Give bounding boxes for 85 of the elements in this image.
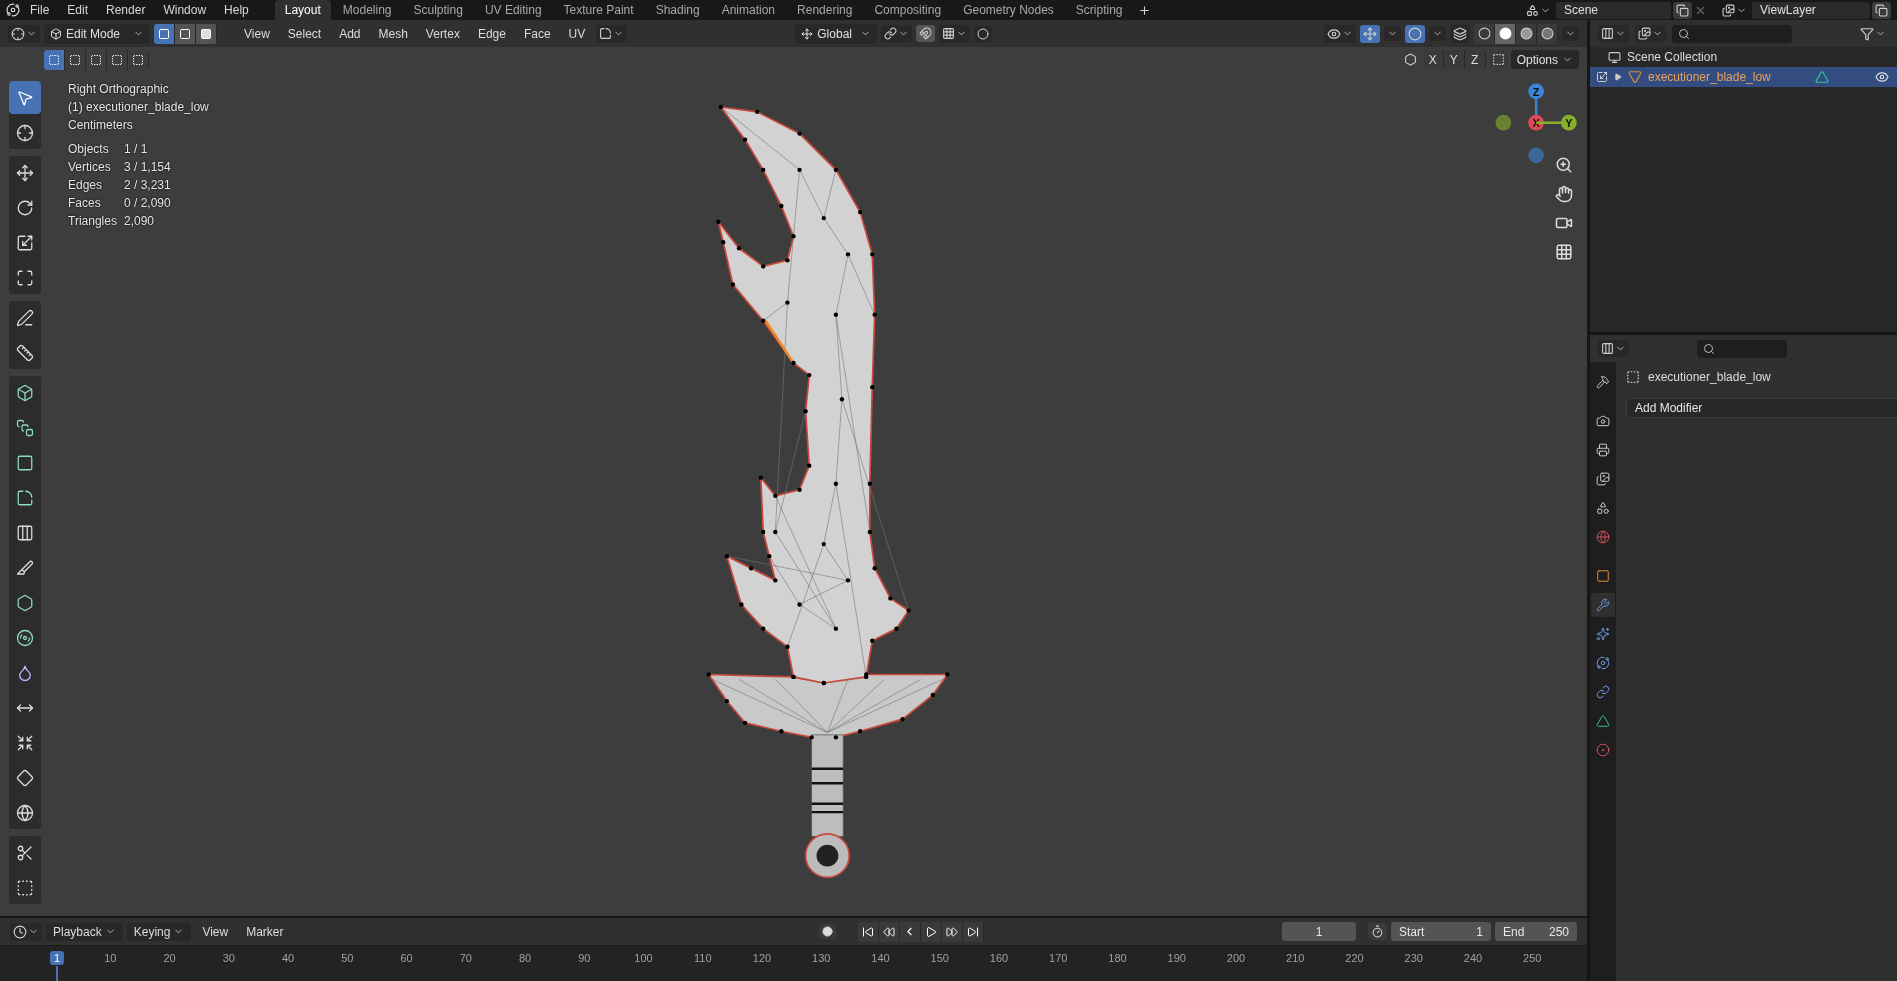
stat-label: Edges bbox=[68, 177, 103, 194]
header-menu[interactable]: Select bbox=[280, 24, 329, 43]
view-layer-field[interactable]: ViewLayer bbox=[1752, 1, 1870, 19]
workspace-tab[interactable]: Modeling bbox=[332, 0, 402, 20]
frame-number: 160 bbox=[988, 951, 1010, 965]
header-menu[interactable]: Mesh bbox=[371, 24, 415, 43]
frame-number: 100 bbox=[633, 951, 654, 965]
object-name: executioner_blade_low bbox=[1648, 370, 1771, 384]
header-menu[interactable]: Vertex bbox=[418, 24, 467, 43]
frame-number: 120 bbox=[751, 951, 773, 965]
workspace-tab[interactable]: Compositing bbox=[864, 0, 952, 20]
stat-label: Triangles bbox=[68, 213, 117, 230]
timeline-menu[interactable]: View bbox=[195, 922, 236, 941]
workspace-tab[interactable]: Texture Paint bbox=[553, 0, 644, 20]
stat-label: Objects bbox=[68, 141, 109, 158]
stat-label: Faces bbox=[68, 195, 101, 212]
frame-number: 140 bbox=[870, 951, 891, 965]
collection-name: Scene Collection bbox=[1627, 50, 1718, 64]
stat-value: 3 / 1,154 bbox=[124, 159, 171, 176]
frame-number: 210 bbox=[1285, 951, 1306, 965]
frame-number: 40 bbox=[280, 951, 296, 965]
add-modifier-button[interactable]: Add Modifier bbox=[1626, 398, 1897, 418]
frame-number: 30 bbox=[221, 951, 236, 965]
frame-number: 230 bbox=[1403, 951, 1424, 965]
frame-number: 130 bbox=[811, 951, 832, 965]
timeline-menu[interactable]: Playback bbox=[46, 922, 123, 941]
timeline-menu[interactable]: Marker bbox=[239, 922, 291, 941]
frame-number: 200 bbox=[1225, 951, 1247, 965]
frame-number: 180 bbox=[1107, 951, 1128, 965]
stat-label: Vertices bbox=[68, 159, 111, 176]
workspace-tab[interactable]: Layout bbox=[274, 0, 331, 20]
menu-item[interactable]: Help bbox=[216, 1, 257, 19]
frame-number: 50 bbox=[340, 951, 355, 965]
header-menu[interactable]: Add bbox=[332, 24, 368, 43]
frame-number: 60 bbox=[399, 951, 414, 965]
stat-value: 1 / 1 bbox=[124, 141, 148, 158]
workspace-tab[interactable]: Rendering bbox=[787, 0, 863, 20]
mode-dropdown[interactable]: Edit Mode bbox=[44, 23, 150, 44]
current-frame-field[interactable]: 1 bbox=[1282, 922, 1356, 941]
units-label: Centimeters bbox=[68, 117, 133, 134]
workspace-tab[interactable]: Sculpting bbox=[403, 0, 473, 20]
start-frame-field[interactable]: Start 1 bbox=[1391, 922, 1491, 941]
frame-number: 190 bbox=[1166, 951, 1187, 965]
frame-number: 20 bbox=[162, 951, 177, 965]
workspace-tab[interactable]: Shading bbox=[645, 0, 710, 20]
view-name: Right Orthographic bbox=[68, 81, 169, 98]
stat-value: 0 / 2,090 bbox=[124, 195, 171, 212]
scene-field[interactable]: Scene bbox=[1556, 1, 1671, 19]
outliner-row[interactable]: executioner_blade_low bbox=[1590, 67, 1897, 87]
mirror-axis-button[interactable]: X bbox=[1422, 50, 1443, 69]
stat-value: 2,090 bbox=[124, 213, 155, 230]
stat-value: 2 / 3,231 bbox=[124, 177, 171, 194]
axis-handle[interactable]: X bbox=[1528, 114, 1544, 131]
frame-number: 80 bbox=[517, 951, 533, 965]
frame-number: 240 bbox=[1462, 951, 1484, 965]
frame-number: 10 bbox=[103, 951, 118, 965]
collection-row[interactable]: Scene Collection bbox=[1590, 47, 1897, 67]
workspace-tab[interactable]: Geometry Nodes bbox=[953, 0, 1064, 20]
header-menu[interactable]: Edge bbox=[470, 24, 513, 43]
header-menu[interactable]: UV bbox=[561, 24, 593, 43]
frame-number: 250 bbox=[1522, 951, 1543, 965]
menu-item[interactable]: Render bbox=[98, 1, 154, 19]
object-name: executioner_blade_low bbox=[1648, 70, 1771, 84]
header-menu[interactable]: Face bbox=[516, 24, 558, 43]
mirror-axis-button[interactable]: Z bbox=[1464, 50, 1485, 69]
options-dropdown[interactable]: Options bbox=[1510, 50, 1579, 69]
workspace-tab[interactable]: UV Editing bbox=[474, 0, 552, 20]
workspace-tab[interactable]: Animation bbox=[711, 0, 786, 20]
timeline-menu[interactable]: Keying bbox=[126, 922, 192, 941]
frame-number: 170 bbox=[1048, 951, 1069, 965]
frame-number: 90 bbox=[577, 951, 592, 965]
orientation-dropdown[interactable]: Global bbox=[795, 23, 877, 44]
frame-number: 70 bbox=[458, 951, 473, 965]
header-menu[interactable]: View bbox=[237, 24, 277, 43]
menu-item[interactable]: File bbox=[22, 1, 58, 19]
workspace-tab[interactable]: Scripting bbox=[1065, 0, 1133, 20]
frame-number: 150 bbox=[929, 951, 950, 965]
frame-number: 1 bbox=[49, 951, 65, 965]
end-frame-field[interactable]: End 250 bbox=[1495, 922, 1577, 941]
frame-number: 110 bbox=[693, 951, 713, 965]
frame-number: 220 bbox=[1344, 951, 1365, 965]
menu-item[interactable]: Edit bbox=[59, 1, 97, 19]
mirror-axis-button[interactable]: Y bbox=[1443, 50, 1464, 69]
menu-item[interactable]: Window bbox=[155, 1, 215, 19]
object-name: (1) executioner_blade_low bbox=[68, 99, 209, 116]
